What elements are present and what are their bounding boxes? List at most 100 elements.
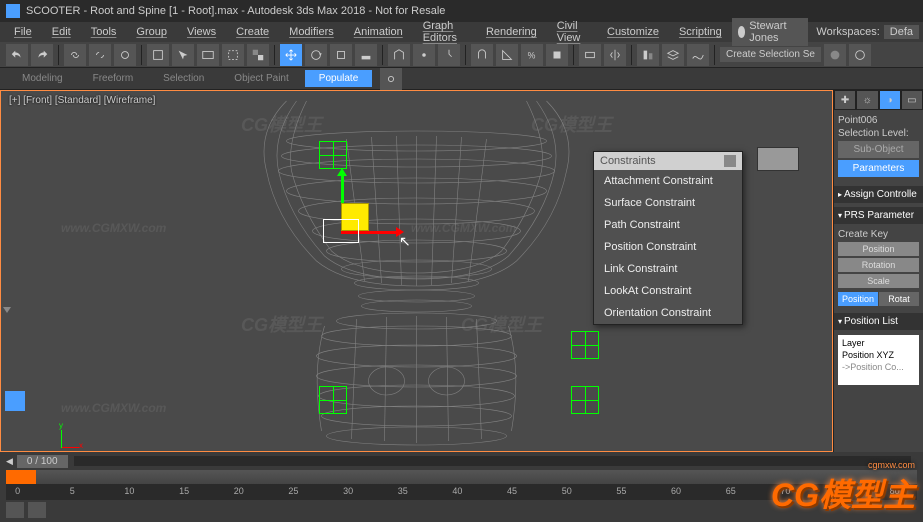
track-bar[interactable]: [6, 470, 917, 484]
time-slider-handle[interactable]: 0 / 100: [17, 455, 68, 468]
curve-editor-button[interactable]: [687, 44, 709, 66]
ref-coord-button[interactable]: [388, 44, 410, 66]
create-tab-icon[interactable]: ✚: [834, 90, 856, 110]
user-account[interactable]: Stewart Jones: [732, 18, 809, 46]
angle-snap[interactable]: [496, 44, 518, 66]
menu-file[interactable]: File: [4, 24, 42, 40]
menu-edit[interactable]: Edit: [42, 24, 81, 40]
menu-scripting[interactable]: Scripting: [669, 24, 732, 40]
sub-object-button[interactable]: Sub-Object: [838, 141, 919, 158]
layers-button[interactable]: [662, 44, 684, 66]
prs-rollout[interactable]: PRS Parameter: [834, 207, 923, 224]
viewport-side-button[interactable]: [5, 391, 25, 411]
assign-controller-rollout[interactable]: Assign Controlle: [834, 186, 923, 203]
ribbon-toggle[interactable]: [380, 68, 402, 90]
close-icon[interactable]: [724, 155, 736, 167]
rotate-button[interactable]: [305, 44, 327, 66]
material-editor-button[interactable]: [824, 44, 846, 66]
redo-button[interactable]: [31, 44, 53, 66]
controller-list[interactable]: Layer Position XYZ ->Position Co...: [838, 335, 919, 385]
position-tab[interactable]: Position: [838, 292, 878, 306]
object-name-field[interactable]: Point006: [838, 115, 919, 126]
window-crossing[interactable]: [247, 44, 269, 66]
menu-animation[interactable]: Animation: [344, 24, 413, 40]
ribbon-populate[interactable]: Populate: [305, 70, 372, 87]
tick: 20: [234, 486, 244, 496]
mirror-button[interactable]: [604, 44, 626, 66]
color-swatch[interactable]: [757, 147, 799, 171]
workspaces-select[interactable]: Defa: [884, 25, 919, 39]
list-item[interactable]: Position XYZ: [840, 349, 917, 361]
snap-toggle[interactable]: [471, 44, 493, 66]
move-button[interactable]: [280, 44, 302, 66]
list-item[interactable]: Layer: [840, 337, 917, 349]
scale-button[interactable]: [330, 44, 352, 66]
pivot-button[interactable]: [413, 44, 435, 66]
point-helper[interactable]: [319, 386, 347, 414]
ribbon-selection[interactable]: Selection: [149, 70, 218, 87]
select-filter[interactable]: [147, 44, 169, 66]
spinner-snap[interactable]: [546, 44, 568, 66]
point-helper[interactable]: [571, 386, 599, 414]
ribbon-modeling[interactable]: Modeling: [8, 70, 77, 87]
user-name: Stewart Jones: [749, 20, 792, 44]
list-item[interactable]: ->Position Co...: [840, 361, 917, 373]
select-region[interactable]: [222, 44, 244, 66]
scale-key-button[interactable]: Scale: [838, 274, 919, 288]
menu-graph-editors[interactable]: Graph Editors: [413, 18, 476, 46]
constraint-position[interactable]: Position Constraint: [594, 236, 742, 258]
menu-modifiers[interactable]: Modifiers: [279, 24, 344, 40]
modify-tab-icon[interactable]: ☼: [856, 90, 878, 110]
viewport-label[interactable]: [+] [Front] [Standard] [Wireframe]: [9, 95, 155, 106]
popup-header[interactable]: Constraints: [594, 152, 742, 170]
display-tab-icon[interactable]: ▭: [901, 90, 923, 110]
menu-customize[interactable]: Customize: [597, 24, 669, 40]
select-object[interactable]: [172, 44, 194, 66]
rotation-key-button[interactable]: Rotation: [838, 258, 919, 272]
time-track[interactable]: [74, 456, 911, 466]
selection-set-dropdown[interactable]: Create Selection Se: [720, 47, 821, 62]
menu-group[interactable]: Group: [126, 24, 177, 40]
ribbon-object-paint[interactable]: Object Paint: [220, 70, 302, 87]
menu-tools[interactable]: Tools: [81, 24, 127, 40]
placement-button[interactable]: [355, 44, 377, 66]
constraint-link[interactable]: Link Constraint: [594, 258, 742, 280]
percent-snap[interactable]: %: [521, 44, 543, 66]
render-setup-button[interactable]: [849, 44, 871, 66]
prompt-button[interactable]: [28, 502, 46, 518]
workspaces-label: Workspaces:: [816, 26, 879, 38]
tick: 0: [15, 486, 20, 496]
time-slider-prev-icon[interactable]: ◀: [6, 456, 13, 467]
named-selection[interactable]: [579, 44, 601, 66]
constraint-path[interactable]: Path Constraint: [594, 214, 742, 236]
time-ruler[interactable]: 0 5 10 15 20 25 30 35 40 45 50 55 60 65 …: [6, 484, 917, 500]
maxscript-button[interactable]: [6, 502, 24, 518]
cursor-icon: ↖: [399, 233, 411, 250]
tick: 40: [452, 486, 462, 496]
link-button[interactable]: [64, 44, 86, 66]
menu-create[interactable]: Create: [226, 24, 279, 40]
constraint-surface[interactable]: Surface Constraint: [594, 192, 742, 214]
manipulate-button[interactable]: [438, 44, 460, 66]
constraint-lookat[interactable]: LookAt Constraint: [594, 280, 742, 302]
tick: 80: [890, 486, 900, 496]
rotation-tab[interactable]: Rotat: [879, 292, 919, 306]
menu-views[interactable]: Views: [177, 24, 226, 40]
position-key-button[interactable]: Position: [838, 242, 919, 256]
bind-button[interactable]: [114, 44, 136, 66]
constraint-orientation[interactable]: Orientation Constraint: [594, 302, 742, 324]
select-name[interactable]: [197, 44, 219, 66]
create-key-label: Create Key: [838, 229, 919, 240]
point-helper[interactable]: [571, 331, 599, 359]
menu-civil-view[interactable]: Civil View: [547, 18, 597, 46]
unlink-button[interactable]: [89, 44, 111, 66]
position-list-rollout[interactable]: Position List: [834, 313, 923, 330]
viewport-play-icon[interactable]: [3, 307, 11, 317]
undo-button[interactable]: [6, 44, 28, 66]
parameters-button[interactable]: Parameters: [838, 160, 919, 177]
constraint-attachment[interactable]: Attachment Constraint: [594, 170, 742, 192]
ribbon-freeform[interactable]: Freeform: [79, 70, 148, 87]
align-button[interactable]: [637, 44, 659, 66]
motion-tab-icon[interactable]: ◑: [879, 90, 901, 110]
menu-rendering[interactable]: Rendering: [476, 24, 547, 40]
